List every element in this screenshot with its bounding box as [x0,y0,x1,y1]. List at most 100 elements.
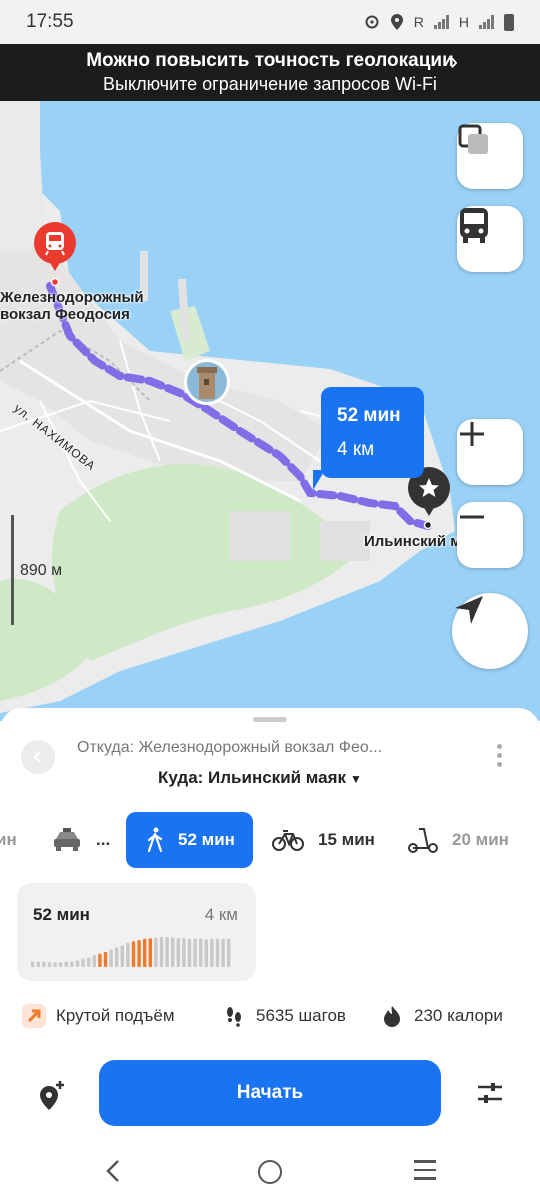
route-sheet: Откуда: Железнодорожный вокзал Фео... Ку… [0,708,540,1200]
elevation-bar [187,938,192,967]
elevation-bar [75,960,80,967]
elevation-bar [131,941,136,967]
banner-subtitle: Выключите ограничение запросов Wi-Fi [103,74,437,94]
zoom-in-icon [460,422,484,446]
elevation-bar [31,961,35,967]
stat-calories-label: 230 калори [414,1006,503,1025]
elevation-bar [221,938,225,967]
nav-recents-icon[interactable] [414,1160,436,1186]
nav-back-icon[interactable] [102,1156,124,1186]
elevation-bar [126,943,130,967]
route-bubble-distance: 4 км [337,439,375,460]
scale-label: 890 м [20,562,63,579]
mode-taxi-label: ... [96,830,111,849]
tower-photo-icon[interactable] [182,357,232,407]
route-bubble[interactable]: 52 мин 4 км [313,387,424,490]
caret-down-icon: ▼ [350,772,362,786]
mode-bike-label: 15 мин [318,830,375,849]
route-card[interactable]: 52 мин 4 км [17,883,256,981]
add-waypoint-icon[interactable] [36,1080,66,1112]
sheet-grabber[interactable] [253,717,287,722]
stat-steep-climb-label: Крутой подъём [56,1006,175,1025]
status-time: 17:55 [26,11,74,32]
footprints-icon [222,1004,246,1028]
to-field[interactable]: Куда: Ильинский маяк ▼ [158,768,362,788]
battery-icon [504,13,514,31]
steep-climb-icon [22,1004,46,1028]
mode-taxi[interactable]: ... [52,812,110,868]
walk-icon [147,827,163,853]
my-location-icon [455,596,483,624]
zoom-in-button[interactable] [457,419,523,485]
stat-calories: 230 калори [380,1004,503,1028]
geolocation-banner[interactable]: Можно повысить точность геолокации Выклю… [0,44,540,101]
elevation-bar [87,957,91,967]
elevation-bar [109,949,113,967]
carrier-r: R [413,14,424,30]
zoom-out-button[interactable] [457,502,523,568]
mode-transit[interactable]: ин [0,812,17,868]
elevation-bar [215,938,220,967]
location-icon [390,14,403,30]
elevation-bar [176,938,180,967]
elevation-bar [159,937,164,967]
banner-title: Можно повысить точность геолокации [86,50,454,71]
mode-walk[interactable]: 52 мин [126,812,253,868]
stat-steps: 5635 шагов [222,1004,346,1028]
signal-icon-2 [479,15,494,29]
elevation-bar [227,938,231,967]
bus-icon [460,208,488,243]
map-view[interactable]: Железнодорожный вокзал Феодосия ул. НАХИ… [0,101,540,721]
system-nav-bar [0,1140,540,1200]
elevation-bar [59,962,63,967]
mode-bike[interactable]: 15 мин [272,812,375,868]
more-menu-icon[interactable] [497,744,505,771]
mode-scooter-label: 20 мин [452,830,509,849]
stat-steep-climb: Крутой подъём [22,1004,175,1028]
route-settings-icon[interactable] [476,1080,504,1106]
nav-home-icon[interactable] [258,1160,282,1184]
carrier-h: H [458,14,469,30]
elevation-bar [81,958,85,967]
stat-steps-label: 5635 шагов [256,1006,346,1025]
scale-bar [11,515,14,625]
elevation-bar [193,938,197,967]
station-label: Железнодорожный вокзал Феодосия [0,289,144,323]
train-pin-icon[interactable] [31,221,79,273]
elevation-bar [36,961,40,967]
elevation-bar [47,962,52,967]
card-distance: 4 км [204,905,238,924]
elevation-bar [115,947,119,967]
start-button[interactable]: Начать [99,1060,441,1126]
mode-scooter[interactable]: 20 мин [408,812,509,868]
chevron-left-icon [33,751,41,763]
from-field[interactable]: Откуда: Железнодорожный вокзал Фео... [77,739,477,757]
elevation-profile [31,937,231,967]
bike-icon [272,830,304,851]
transit-button[interactable] [457,206,523,272]
mode-transit-label: ин [0,830,17,849]
elevation-bar [204,939,208,967]
scooter-icon [408,828,438,853]
elevation-bar [143,938,147,967]
elevation-bar [120,945,124,967]
back-button[interactable] [21,740,55,774]
zoom-out-icon [460,515,484,519]
elevation-bar [182,938,186,967]
layers-button[interactable] [457,123,523,189]
flame-icon [380,1004,404,1028]
card-time: 52 мин [33,905,90,924]
my-location-button[interactable] [452,593,528,669]
mode-walk-label: 52 мин [178,830,235,849]
route-stats: Крутой подъём 5635 шагов 230 калори [0,1004,540,1032]
transport-modes: ин ... 52 мин 15 мин 20 мин [0,812,540,868]
elevation-bar [53,962,57,967]
elevation-bar [98,953,102,967]
elevation-bar [154,937,158,967]
elevation-bar [64,961,68,967]
station-label-line2: вокзал Феодосия [0,306,130,323]
elevation-bar [171,937,175,967]
route-bubble-time: 52 мин [337,405,401,426]
elevation-bar [148,938,152,967]
layers-icon [458,124,488,154]
